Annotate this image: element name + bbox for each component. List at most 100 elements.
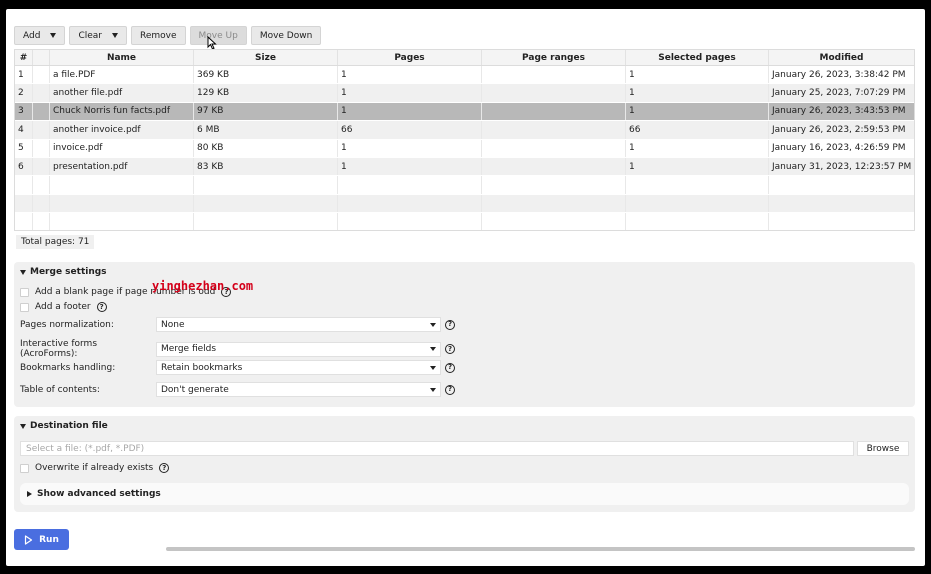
footer-checkbox[interactable]: [20, 302, 29, 312]
merge-settings-title: Merge settings: [30, 267, 107, 277]
table-row[interactable]: 4 another invoice.pdf 6 MB 66 66 January 26, …: [15, 121, 914, 140]
chevron-down-icon: [430, 347, 436, 351]
help-icon[interactable]: ?: [445, 384, 455, 395]
table-cell: 1: [338, 66, 482, 84]
toolbar: Add Clear Remove Move Up Move Down: [14, 26, 322, 45]
table-cell: [194, 176, 338, 194]
destination-file-input[interactable]: Select a file: (*.pdf, *.PDF): [20, 441, 854, 456]
table-cell: 4: [15, 121, 33, 139]
column-header-selected-pages[interactable]: Selected pages: [626, 50, 769, 65]
chevron-down-icon[interactable]: [50, 33, 57, 38]
browse-button[interactable]: Browse: [857, 441, 909, 456]
mouse-cursor-icon: [207, 36, 217, 50]
table-cell: 1: [626, 157, 769, 176]
table-cell: [50, 194, 194, 213]
remove-button[interactable]: Remove: [130, 26, 186, 45]
table-cell: [33, 176, 50, 194]
clear-button[interactable]: Clear: [69, 26, 127, 45]
table-cell: 1: [338, 157, 482, 176]
add-button[interactable]: Add: [14, 26, 66, 45]
table-cell: [33, 102, 50, 121]
table-cell: presentation.pdf: [50, 157, 194, 176]
column-header-blank[interactable]: [33, 50, 50, 65]
bookmarks-select[interactable]: Retain bookmarks: [156, 360, 441, 375]
table-cell: [482, 157, 626, 176]
table-cell: [338, 213, 482, 230]
column-header-number[interactable]: #: [15, 50, 33, 65]
table-row[interactable]: 3 Chuck Norris fun facts.pdf 97 KB 1 1 Januar…: [15, 102, 914, 122]
table-cell: [33, 157, 50, 176]
table-cell: 1: [15, 66, 33, 84]
table-row[interactable]: 5 invoice.pdf 80 KB 1 1 January 16, 2023, 4:2…: [15, 139, 914, 158]
advanced-settings-toggle[interactable]: Show advanced settings: [20, 483, 909, 505]
bookmarks-value: Retain bookmarks: [161, 362, 243, 373]
file-table: # Name Size Pages Page ranges Selected p…: [14, 49, 915, 231]
table-cell: [15, 176, 33, 194]
help-icon[interactable]: ?: [445, 344, 455, 354]
run-button[interactable]: Run: [14, 529, 69, 550]
column-header-pages[interactable]: Pages: [338, 50, 482, 65]
table-body: 1a file.PDF 369 KB 1 1 January 26, 2023, 3:3…: [15, 66, 914, 230]
table-cell: 5: [15, 139, 33, 157]
app-window: Add Clear Remove Move Up Move Down # Nam…: [6, 9, 925, 566]
footer-option: Add a footer ?: [20, 302, 107, 312]
table-cell: January 26, 2023, 2:59:53 PM: [772, 124, 906, 135]
column-header-modified[interactable]: Modified: [769, 50, 914, 65]
help-icon[interactable]: ?: [159, 463, 170, 473]
forms-value: Merge fields: [161, 344, 217, 354]
table-row[interactable]: 1a file.PDF 369 KB 1 1 January 26, 2023, 3:3…: [15, 66, 914, 85]
merge-settings-header[interactable]: Merge settings: [20, 267, 107, 277]
table-cell: [626, 194, 769, 213]
toc-select[interactable]: Don't generate: [156, 382, 441, 397]
table-cell: January 31, 2023, 12:23:57 PM: [772, 161, 912, 172]
expand-triangle-icon: [27, 491, 32, 497]
table-cell: [626, 213, 769, 230]
destination-header[interactable]: Destination file: [20, 421, 108, 431]
table-cell: a file.PDF: [50, 66, 194, 84]
blank-page-checkbox[interactable]: [20, 287, 29, 297]
horizontal-scrollbar[interactable]: [166, 547, 915, 551]
table-cell: 129 KB: [194, 84, 338, 102]
help-icon[interactable]: ?: [445, 319, 455, 330]
table-cell: 1: [338, 102, 482, 121]
bookmarks-row: Bookmarks handling: Retain bookmarks ?: [20, 360, 455, 375]
table-cell: 369 KB: [194, 66, 338, 84]
forms-row: Interactive forms (AcroForms): Merge fie…: [20, 339, 455, 359]
table-cell: 66: [338, 121, 482, 139]
help-icon[interactable]: ?: [445, 362, 455, 373]
bookmarks-label: Bookmarks handling:: [20, 362, 116, 373]
table-cell: 1: [626, 84, 769, 102]
chevron-down-icon[interactable]: [111, 33, 118, 38]
table-header: # Name Size Pages Page ranges Selected p…: [15, 50, 914, 66]
table-cell: [338, 176, 482, 194]
table-row[interactable]: 2 another file.pdf 129 KB 1 1 January 25, 202…: [15, 84, 914, 103]
table-cell: [769, 176, 914, 193]
table-row-empty: [15, 194, 914, 214]
table-cell: January 16, 2023, 4:26:59 PM: [772, 143, 906, 154]
chevron-down-icon: [430, 365, 436, 370]
add-button-label: Add: [23, 30, 41, 41]
normalization-select[interactable]: None: [156, 317, 441, 332]
table-cell: [482, 194, 626, 213]
column-header-name[interactable]: Name: [50, 50, 194, 65]
table-cell: [15, 213, 33, 230]
toc-value: Don't generate: [161, 384, 229, 395]
table-cell: 6: [15, 157, 33, 176]
help-icon[interactable]: ?: [96, 302, 107, 312]
table-row[interactable]: 6 presentation.pdf 83 KB 1 1 January 31, 2023…: [15, 157, 914, 177]
column-header-size[interactable]: Size: [194, 50, 338, 65]
forms-label: Interactive forms (AcroForms):: [20, 339, 98, 359]
move-down-button[interactable]: Move Down: [250, 26, 322, 45]
table-cell: 2: [15, 84, 33, 102]
move-up-button[interactable]: Move Up: [189, 26, 247, 45]
table-cell: January 26, 2023, 3:38:42 PM: [772, 69, 906, 80]
forms-select[interactable]: Merge fields: [156, 341, 441, 357]
table-cell: 6 MB: [194, 121, 338, 139]
overwrite-checkbox[interactable]: [20, 463, 29, 473]
column-header-page-ranges[interactable]: Page ranges: [482, 50, 626, 65]
overwrite-option: Overwrite if already exists ?: [20, 463, 170, 473]
table-cell: [33, 84, 50, 102]
table-cell: [482, 84, 626, 102]
table-cell: [33, 66, 50, 84]
table-cell: 1: [626, 66, 769, 84]
